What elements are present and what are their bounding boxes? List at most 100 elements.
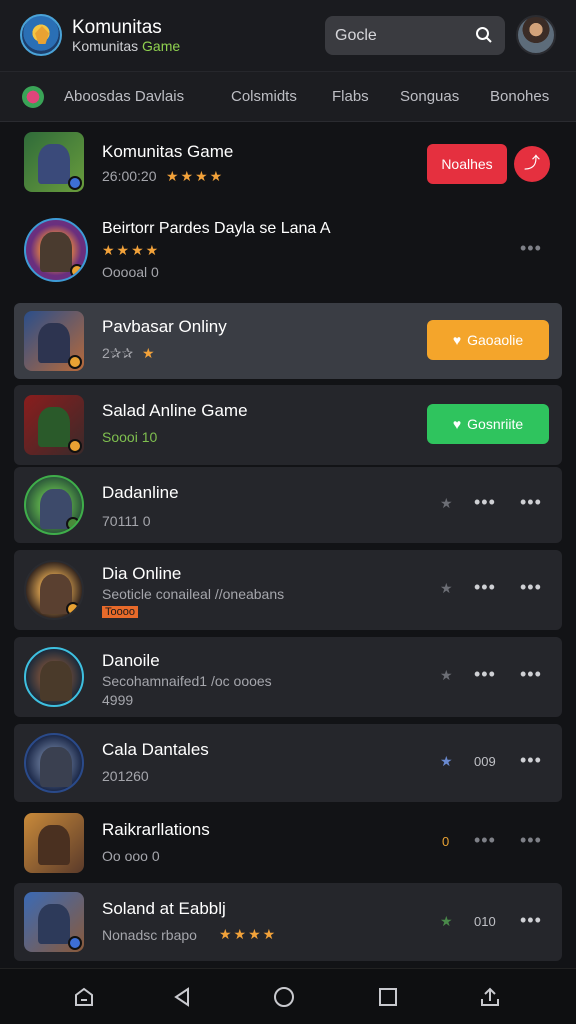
game-thumbnail: [24, 395, 84, 455]
favorite-star-icon[interactable]: ★: [440, 495, 453, 512]
favorite-star-icon[interactable]: ★: [440, 667, 453, 684]
back-icon[interactable]: [170, 985, 194, 1009]
item-count: 010: [474, 914, 496, 929]
game-thumbnail: [24, 813, 84, 873]
list-item[interactable]: Dadanline 70111 0 ★ ••• •••: [14, 467, 562, 543]
category-tabs: Aboosdas Davlais Colsmidts Flabs Songuas…: [0, 72, 576, 122]
overflow-menu-icon[interactable]: •••: [520, 750, 542, 771]
rating-stars: ★: [142, 345, 157, 361]
tab-1[interactable]: Aboosdas Davlais: [64, 88, 184, 105]
thumbnail-badge: [68, 936, 82, 950]
share-icon[interactable]: ⤴: [514, 146, 550, 182]
thumbnail-badge: [68, 439, 82, 453]
thumbnail-badge: [66, 602, 80, 616]
list-item[interactable]: Beirtorr Pardes Dayla se Lana A ★★★★ Ooo…: [14, 204, 562, 300]
character-figure: [40, 661, 72, 701]
character-figure: [40, 232, 72, 272]
action-button-label: Noalhes: [441, 156, 493, 172]
item-title: Dia Online: [102, 564, 182, 583]
item-count: 0: [442, 834, 450, 849]
tab-category-icon[interactable]: [22, 86, 44, 108]
app-subtitle-accent: Game: [142, 38, 181, 54]
action-button[interactable]: Noalhes: [427, 144, 507, 184]
item-subtitle: 70111 0: [102, 513, 151, 529]
item-title: Soland at Eabblj: [102, 899, 226, 918]
action-button[interactable]: ♥ Gaoaolie: [427, 320, 549, 360]
overflow-menu-icon[interactable]: •••: [520, 830, 542, 851]
home-outline-icon[interactable]: [72, 985, 96, 1009]
thumbs-up-icon: ♥: [452, 416, 462, 432]
tab-3[interactable]: Flabs: [332, 88, 369, 105]
thumbnail-badge: [70, 264, 84, 278]
character-figure: [40, 747, 72, 787]
search-icon[interactable]: [475, 26, 493, 44]
favorite-star-icon[interactable]: ★: [440, 580, 453, 597]
item-count: 009: [474, 754, 496, 769]
item-title: Dadanline: [102, 483, 179, 502]
thumbnail-badge: [68, 355, 82, 369]
game-thumbnail: [24, 132, 84, 192]
thumbnail-badge: [68, 176, 82, 190]
thumbs-up-icon: ♥: [452, 332, 462, 348]
game-thumbnail: [24, 311, 84, 371]
list-item[interactable]: Salad Anline Game Soooi 10 ♥ Gosnriite: [14, 385, 562, 465]
app-logo: [20, 14, 62, 56]
item-subtitle-secondary: 4999: [102, 692, 134, 708]
character-figure: [38, 144, 70, 184]
app-header: Komunitas Komunitas Game: [0, 0, 576, 72]
system-nav-bar: [0, 968, 576, 1024]
more-options-icon[interactable]: •••: [474, 664, 496, 685]
list-item[interactable]: Cala Dantales 201260 ★ 009 •••: [14, 724, 562, 802]
item-title: Komunitas Game: [102, 142, 234, 161]
game-thumbnail: [24, 733, 84, 793]
list-item[interactable]: Komunitas Game 26:00:20 ★★★★ Noalhes ⤴: [14, 122, 562, 204]
list-item[interactable]: Pavbasar Onliny 2✰✰ ★ ♥ Gaoaolie: [14, 303, 562, 379]
tab-5[interactable]: Bonohes: [490, 88, 549, 105]
game-thumbnail: [24, 475, 84, 535]
home-icon[interactable]: [272, 985, 296, 1009]
status-tag: Toooo: [102, 606, 138, 618]
item-subtitle: 201260: [102, 768, 149, 784]
rating-stars: ★★★★: [102, 242, 161, 258]
user-avatar[interactable]: [516, 15, 556, 55]
action-button[interactable]: ♥ Gosnriite: [427, 404, 549, 444]
item-subtitle: 26:00:20: [102, 168, 157, 184]
item-subtitle: Soooi 10: [102, 429, 158, 445]
more-options-icon[interactable]: •••: [474, 492, 496, 513]
search-box[interactable]: [325, 16, 505, 55]
tab-2[interactable]: Colsmidts: [231, 88, 297, 105]
rating-stars: ★★★★: [219, 926, 278, 942]
more-options-icon[interactable]: •••: [520, 238, 542, 259]
action-button-label: Gaoaolie: [467, 332, 524, 348]
character-figure: [38, 904, 70, 944]
search-input[interactable]: [335, 16, 475, 55]
game-thumbnail: [24, 647, 84, 707]
item-title: Salad Anline Game: [102, 401, 248, 420]
favorite-star-icon[interactable]: ★: [440, 913, 453, 930]
recents-icon[interactable]: [376, 985, 400, 1009]
list-item[interactable]: Danoile Secohamnaifed1 /oc oooes 4999 ★ …: [14, 637, 562, 717]
favorite-star-icon[interactable]: ★: [440, 753, 453, 770]
overflow-menu-icon[interactable]: •••: [520, 910, 542, 931]
share-tray-icon[interactable]: [478, 985, 502, 1009]
tab-4[interactable]: Songuas: [400, 88, 459, 105]
item-title: Cala Dantales: [102, 740, 209, 759]
overflow-menu-icon[interactable]: •••: [520, 577, 542, 598]
item-subtitle: 2✰✰: [102, 345, 134, 361]
list-item[interactable]: Soland at Eabblj Nonadsc rbapo ★★★★ ★ 01…: [14, 883, 562, 961]
character-figure: [38, 825, 70, 865]
action-button-label: Gosnriite: [467, 416, 524, 432]
list-item[interactable]: Dia Online Seoticle conaileal //oneabans…: [14, 550, 562, 630]
character-figure: [38, 323, 70, 363]
item-title: Pavbasar Onliny: [102, 317, 227, 336]
more-options-icon[interactable]: •••: [474, 577, 496, 598]
thumbnail-badge: [66, 517, 80, 531]
more-options-icon[interactable]: •••: [474, 830, 496, 851]
item-title: Beirtorr Pardes Dayla se Lana A: [102, 220, 331, 237]
item-subtitle: Ooooal 0: [102, 264, 159, 280]
rating-stars: ★★★★: [166, 168, 225, 184]
list-item[interactable]: Raikrarllations Oo ooo 0 0 ••• •••: [14, 804, 562, 882]
overflow-menu-icon[interactable]: •••: [520, 492, 542, 513]
overflow-menu-icon[interactable]: •••: [520, 664, 542, 685]
character-figure: [38, 407, 70, 447]
